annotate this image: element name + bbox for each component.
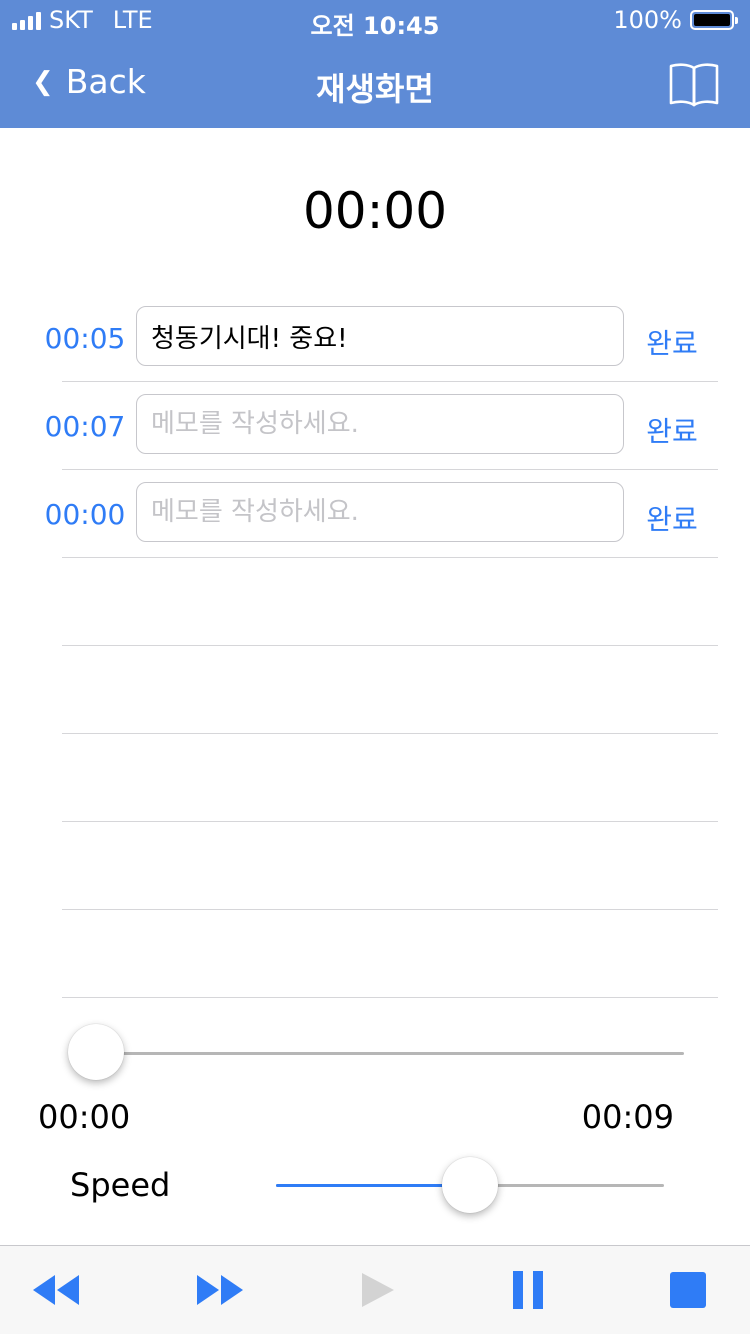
battery-percent: 100%	[613, 6, 682, 34]
fast-forward-button[interactable]	[190, 1246, 250, 1334]
pause-button[interactable]	[500, 1246, 556, 1334]
memo-done-button[interactable]: 완료	[632, 410, 712, 450]
empty-row	[0, 822, 750, 910]
status-bar: SKT LTE 오전 10:45 100%	[0, 0, 750, 40]
fast-forward-icon	[197, 1275, 243, 1305]
rewind-button[interactable]	[26, 1246, 86, 1334]
memo-timestamp[interactable]: 00:05	[38, 322, 132, 355]
memo-input[interactable]	[136, 482, 624, 542]
status-right: 100%	[613, 6, 738, 34]
book-icon[interactable]	[666, 56, 722, 112]
rewind-icon	[33, 1275, 79, 1305]
current-time: 00:00	[38, 1098, 131, 1136]
pause-icon	[513, 1271, 543, 1309]
memo-row: 00:05 완료	[0, 294, 750, 382]
empty-row	[0, 734, 750, 822]
total-time: 00:09	[581, 1098, 674, 1136]
back-button[interactable]: ❮ Back	[32, 62, 146, 101]
row-divider	[62, 997, 718, 998]
memo-done-button[interactable]: 완료	[632, 498, 712, 538]
playback-toolbar	[0, 1245, 750, 1334]
back-label: Back	[65, 62, 146, 101]
chevron-left-icon: ❮	[32, 66, 54, 97]
memo-timestamp[interactable]: 00:00	[38, 498, 132, 531]
stop-icon	[670, 1272, 706, 1308]
battery-icon	[690, 10, 738, 30]
memo-row: 00:07 완료	[0, 382, 750, 470]
memo-row: 00:00 완료	[0, 470, 750, 558]
play-button[interactable]	[350, 1246, 406, 1334]
speed-label: Speed	[70, 1166, 171, 1204]
stop-button[interactable]	[660, 1246, 716, 1334]
empty-row	[0, 558, 750, 646]
top-bar: SKT LTE 오전 10:45 100% ❮ Back 재생화면	[0, 0, 750, 128]
memo-done-button[interactable]: 완료	[632, 322, 712, 362]
elapsed-timer: 00:00	[302, 182, 448, 240]
memo-input[interactable]	[136, 306, 624, 366]
playback-progress-thumb[interactable]	[68, 1024, 124, 1080]
speed-slider-thumb[interactable]	[442, 1157, 498, 1213]
playback-progress-track[interactable]	[96, 1052, 684, 1055]
memo-timestamp[interactable]: 00:07	[38, 410, 132, 443]
play-icon	[362, 1273, 394, 1307]
empty-row	[0, 646, 750, 734]
memo-list: 00:05 완료 00:07 완료 00:00 완료	[0, 294, 750, 998]
navigation-bar: ❮ Back 재생화면	[0, 40, 750, 128]
empty-row	[0, 910, 750, 998]
memo-input[interactable]	[136, 394, 624, 454]
speed-slider-fill	[276, 1184, 470, 1187]
